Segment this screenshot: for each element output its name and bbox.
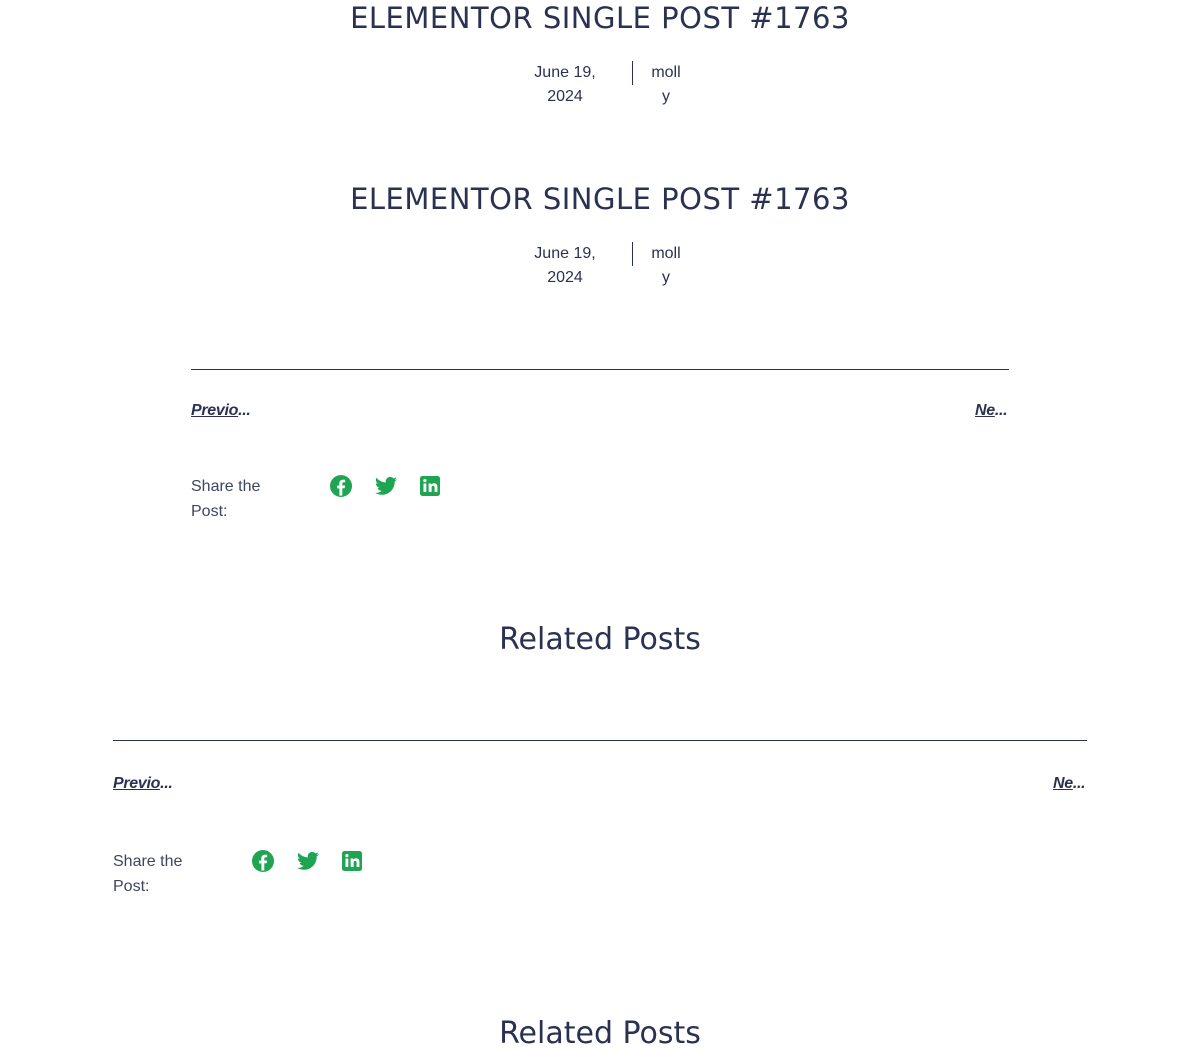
post-author-line[interactable]: moll (646, 242, 686, 266)
share-label-line: Share the (113, 853, 183, 870)
meta-separator (632, 242, 633, 266)
post-title: ELEMENTOR SINGLE POST #1763 (350, 1, 850, 35)
post-nav-divider (113, 740, 1087, 741)
facebook-icon[interactable] (329, 474, 353, 498)
share-label-line: Post: (113, 878, 150, 895)
linkedin-icon[interactable] (418, 474, 442, 498)
post-date-line: June 19, (534, 245, 596, 262)
linkedin-icon[interactable] (340, 849, 364, 873)
ellipsis: ... (238, 402, 251, 419)
meta-separator (632, 61, 633, 85)
post-author-line[interactable]: y (646, 266, 686, 290)
post-date-line: June 19, (534, 64, 596, 81)
post-header: ELEMENTOR SINGLE POST #1763 (0, 0, 1200, 36)
related-posts-title: Related Posts (499, 1016, 701, 1051)
next-post-link[interactable]: Ne... (975, 402, 1008, 420)
ellipsis: ... (160, 775, 173, 792)
post-date: June 19, 2024 (530, 61, 600, 109)
previous-post-link[interactable]: Previo... (113, 775, 173, 793)
previous-post-label[interactable]: Previo (113, 775, 160, 792)
share-label-line: Share the (191, 478, 261, 495)
next-post-label[interactable]: Ne (975, 402, 995, 419)
twitter-icon[interactable] (296, 849, 320, 873)
share-label: Share the Post: (191, 474, 301, 524)
post-title: ELEMENTOR SINGLE POST #1763 (350, 182, 850, 216)
previous-post-label[interactable]: Previo (191, 402, 238, 419)
ellipsis: ... (1072, 775, 1086, 792)
post-date-line: 2024 (547, 269, 583, 286)
twitter-icon[interactable] (374, 474, 398, 498)
next-post-label[interactable]: Ne (1053, 775, 1073, 792)
post-meta: June 19, 2024 moll y (530, 242, 700, 292)
facebook-icon[interactable] (251, 849, 275, 873)
post-author-line[interactable]: moll (646, 61, 686, 85)
post-nav-divider (191, 369, 1009, 370)
ellipsis: ... (994, 402, 1008, 419)
post-author[interactable]: moll y (646, 242, 686, 290)
previous-post-link[interactable]: Previo... (191, 402, 251, 420)
post-meta: June 19, 2024 moll y (530, 61, 700, 111)
next-post-link[interactable]: Ne... (1053, 775, 1086, 793)
post-author[interactable]: moll y (646, 61, 686, 109)
share-label-line: Post: (191, 503, 228, 520)
post-header: ELEMENTOR SINGLE POST #1763 (0, 181, 1200, 217)
post-author-line[interactable]: y (646, 85, 686, 109)
related-posts-title: Related Posts (499, 622, 701, 657)
post-date-line: 2024 (547, 88, 583, 105)
post-date: June 19, 2024 (530, 242, 600, 290)
share-label: Share the Post: (113, 849, 223, 899)
